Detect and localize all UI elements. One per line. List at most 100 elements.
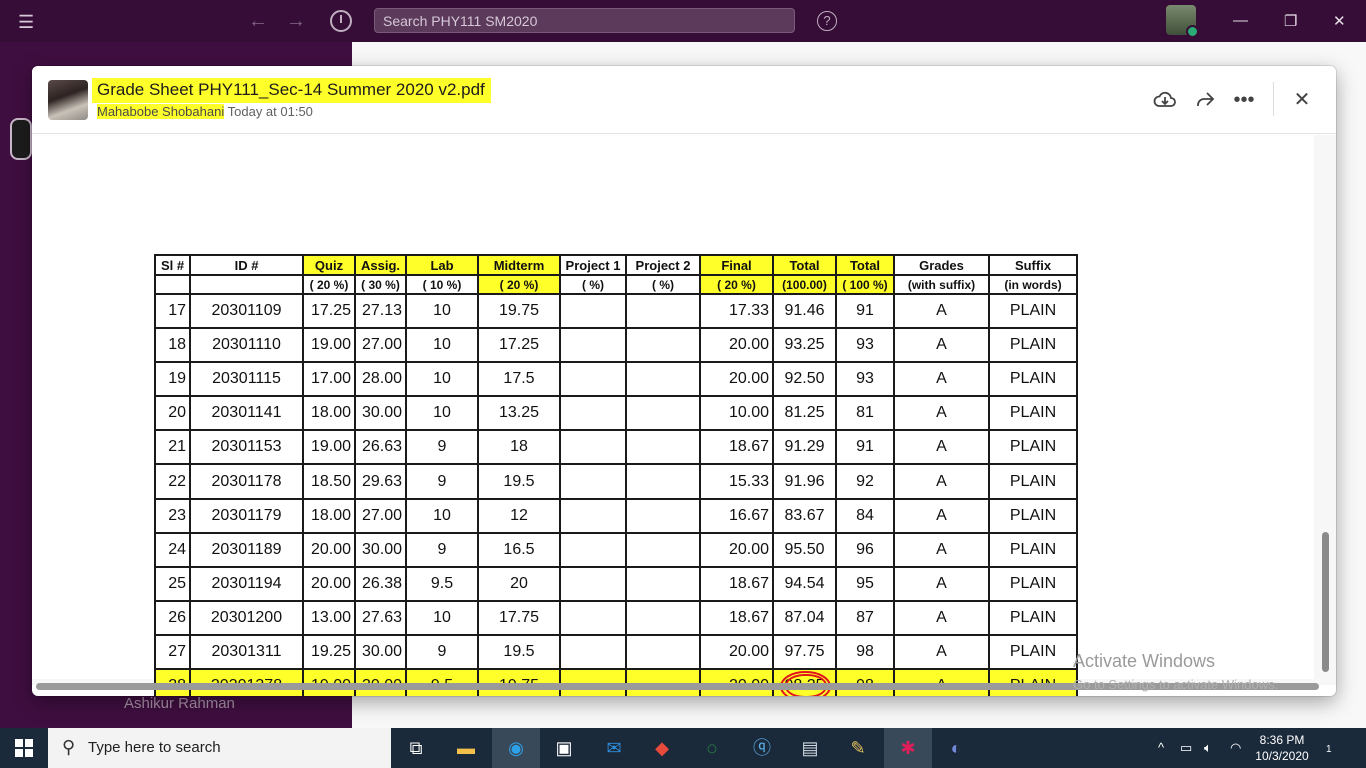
grade-table: Sl # ID # Quiz Assig. Lab Midterm Projec… [154,254,1078,696]
table-cell: 94.54 [772,565,837,602]
maximize-icon[interactable]: ❐ [1284,12,1297,30]
git-icon[interactable]: ◆ [638,728,686,768]
table-row: 22 20301178 18.50 29.63 9 19.5 15.33 91.96 92 A PL… [154,463,1078,500]
table-cell: 20301189 [189,531,304,568]
close-icon[interactable]: ✕ [1290,88,1314,112]
file-explorer-icon[interactable]: ▬ [442,728,490,768]
slack-icon[interactable]: ✱ [884,728,932,768]
table-cell: 20301141 [189,395,304,432]
app-icon[interactable]: ✎ [834,728,882,768]
table-cell: 93 [835,327,895,364]
table-cell: 13.00 [302,599,356,636]
pdf-viewer[interactable]: Sl # ID # Quiz Assig. Lab Midterm Projec… [32,135,1336,696]
task-view-icon[interactable]: ⧉ [392,728,440,768]
taskbar-clock[interactable]: 8:36 PM 10/3/2020 [1252,732,1312,764]
table-cell: PLAIN [988,497,1078,534]
taskbar-search-input[interactable]: ⚲ Type here to search [48,728,391,768]
table-cell: 30.00 [354,395,407,432]
table-cell: 15.33 [699,463,774,500]
search-icon: ⚲ [62,737,76,757]
table-cell: PLAIN [988,463,1078,500]
table-row: 26 20301200 13.00 27.63 10 17.75 18.67 87.04 87 A… [154,599,1078,636]
table-cell: 27.00 [354,327,407,364]
table-cell [559,292,627,330]
clock-time: 8:36 PM [1259,733,1305,747]
table-cell: 20301179 [189,497,304,534]
network-app-icon[interactable]: ▤ [786,728,834,768]
author-name[interactable]: Mahabobe Shobahani [97,104,225,119]
wifi-icon[interactable]: ◠ [1230,728,1241,768]
discord-icon[interactable]: ◐ [932,728,980,768]
table-cell: 17.5 [477,361,561,398]
vertical-scrollbar[interactable] [1322,532,1329,672]
table-cell: 16.5 [477,531,561,568]
slack-search-input[interactable]: Search PHY111 SM2020 [374,8,795,33]
file-preview-modal: Grade Sheet PHY111_Sec-14 Summer 2020 v2… [32,66,1336,696]
share-icon[interactable] [1193,88,1217,112]
edge-icon[interactable]: ◉ [492,728,540,768]
subheader-cell: ( 20 %) [699,274,774,295]
workspace-button[interactable] [10,118,32,160]
mail-icon[interactable]: ✉ [590,728,638,768]
file-meta: Mahabobe Shobahani Today at 01:50 [97,104,313,119]
history-icon[interactable] [330,10,352,32]
table-cell: A [893,327,990,364]
header-cell: Project 2 [625,254,701,276]
table-cell [625,429,701,466]
table-cell: A [893,361,990,398]
table-cell: 10 [405,327,479,364]
table-cell [559,361,627,398]
minimize-icon[interactable]: — [1233,12,1248,29]
user-avatar[interactable] [1166,5,1199,38]
download-icon[interactable] [1153,88,1177,112]
qbittorrent-icon[interactable]: ⓠ [738,728,786,768]
table-cell: 27 [154,633,191,671]
table-cell: 21 [154,429,191,466]
table-cell: PLAIN [988,599,1078,636]
table-cell: 93 [835,361,895,398]
clock-date: 10/3/2020 [1255,749,1309,763]
store-icon[interactable]: ▣ [540,728,588,768]
table-cell [625,361,701,398]
back-arrow-icon[interactable]: ← [248,10,268,33]
windows-start-icon[interactable] [0,728,48,768]
table-cell: A [893,395,990,432]
table-cell [559,395,627,432]
subheader-cell: (in words) [988,274,1078,295]
table-cell [559,463,627,500]
table-cell: 17.00 [302,361,356,398]
table-cell: 84 [835,497,895,534]
notification-icon[interactable]: 1 [1326,728,1332,768]
table-cell: 28.00 [354,361,407,398]
table-cell: 91 [835,429,895,466]
table-cell [625,565,701,602]
table-cell: 92 [835,463,895,500]
table-row: 18 20301110 19.00 27.00 10 17.25 20.00 93.25 93 A… [154,327,1078,364]
table-cell: 17.25 [477,327,561,364]
table-cell: 20301110 [189,327,304,364]
table-cell: PLAIN [988,633,1078,671]
table-cell [625,395,701,432]
table-cell: PLAIN [988,395,1078,432]
table-cell [625,633,701,671]
help-icon[interactable]: ? [817,11,837,31]
refresh-app-icon[interactable]: ◌ [688,728,736,768]
header-divider [1273,82,1274,116]
table-cell: 9 [405,633,479,671]
table-cell: 20.00 [699,361,774,398]
uploader-avatar[interactable] [48,80,88,120]
table-cell: 20301109 [189,292,304,330]
window-close-icon[interactable]: ✕ [1333,12,1346,30]
header-cell: Quiz [302,254,356,276]
volume-icon[interactable]: 🔈︎ [1204,728,1212,768]
forward-arrow-icon[interactable]: → [286,10,306,33]
battery-icon[interactable]: ▭ [1180,728,1192,768]
table-cell: 19.75 [477,292,561,330]
hamburger-menu-icon[interactable]: ☰ [18,12,34,33]
more-icon[interactable]: ••• [1232,88,1256,112]
table-row: 19 20301115 17.00 28.00 10 17.5 20.00 92.50 93 A P… [154,361,1078,398]
header-cell: Total [772,254,837,276]
table-cell [559,565,627,602]
show-hidden-icons-icon[interactable]: ^ [1158,728,1164,768]
table-cell: 17.75 [477,599,561,636]
